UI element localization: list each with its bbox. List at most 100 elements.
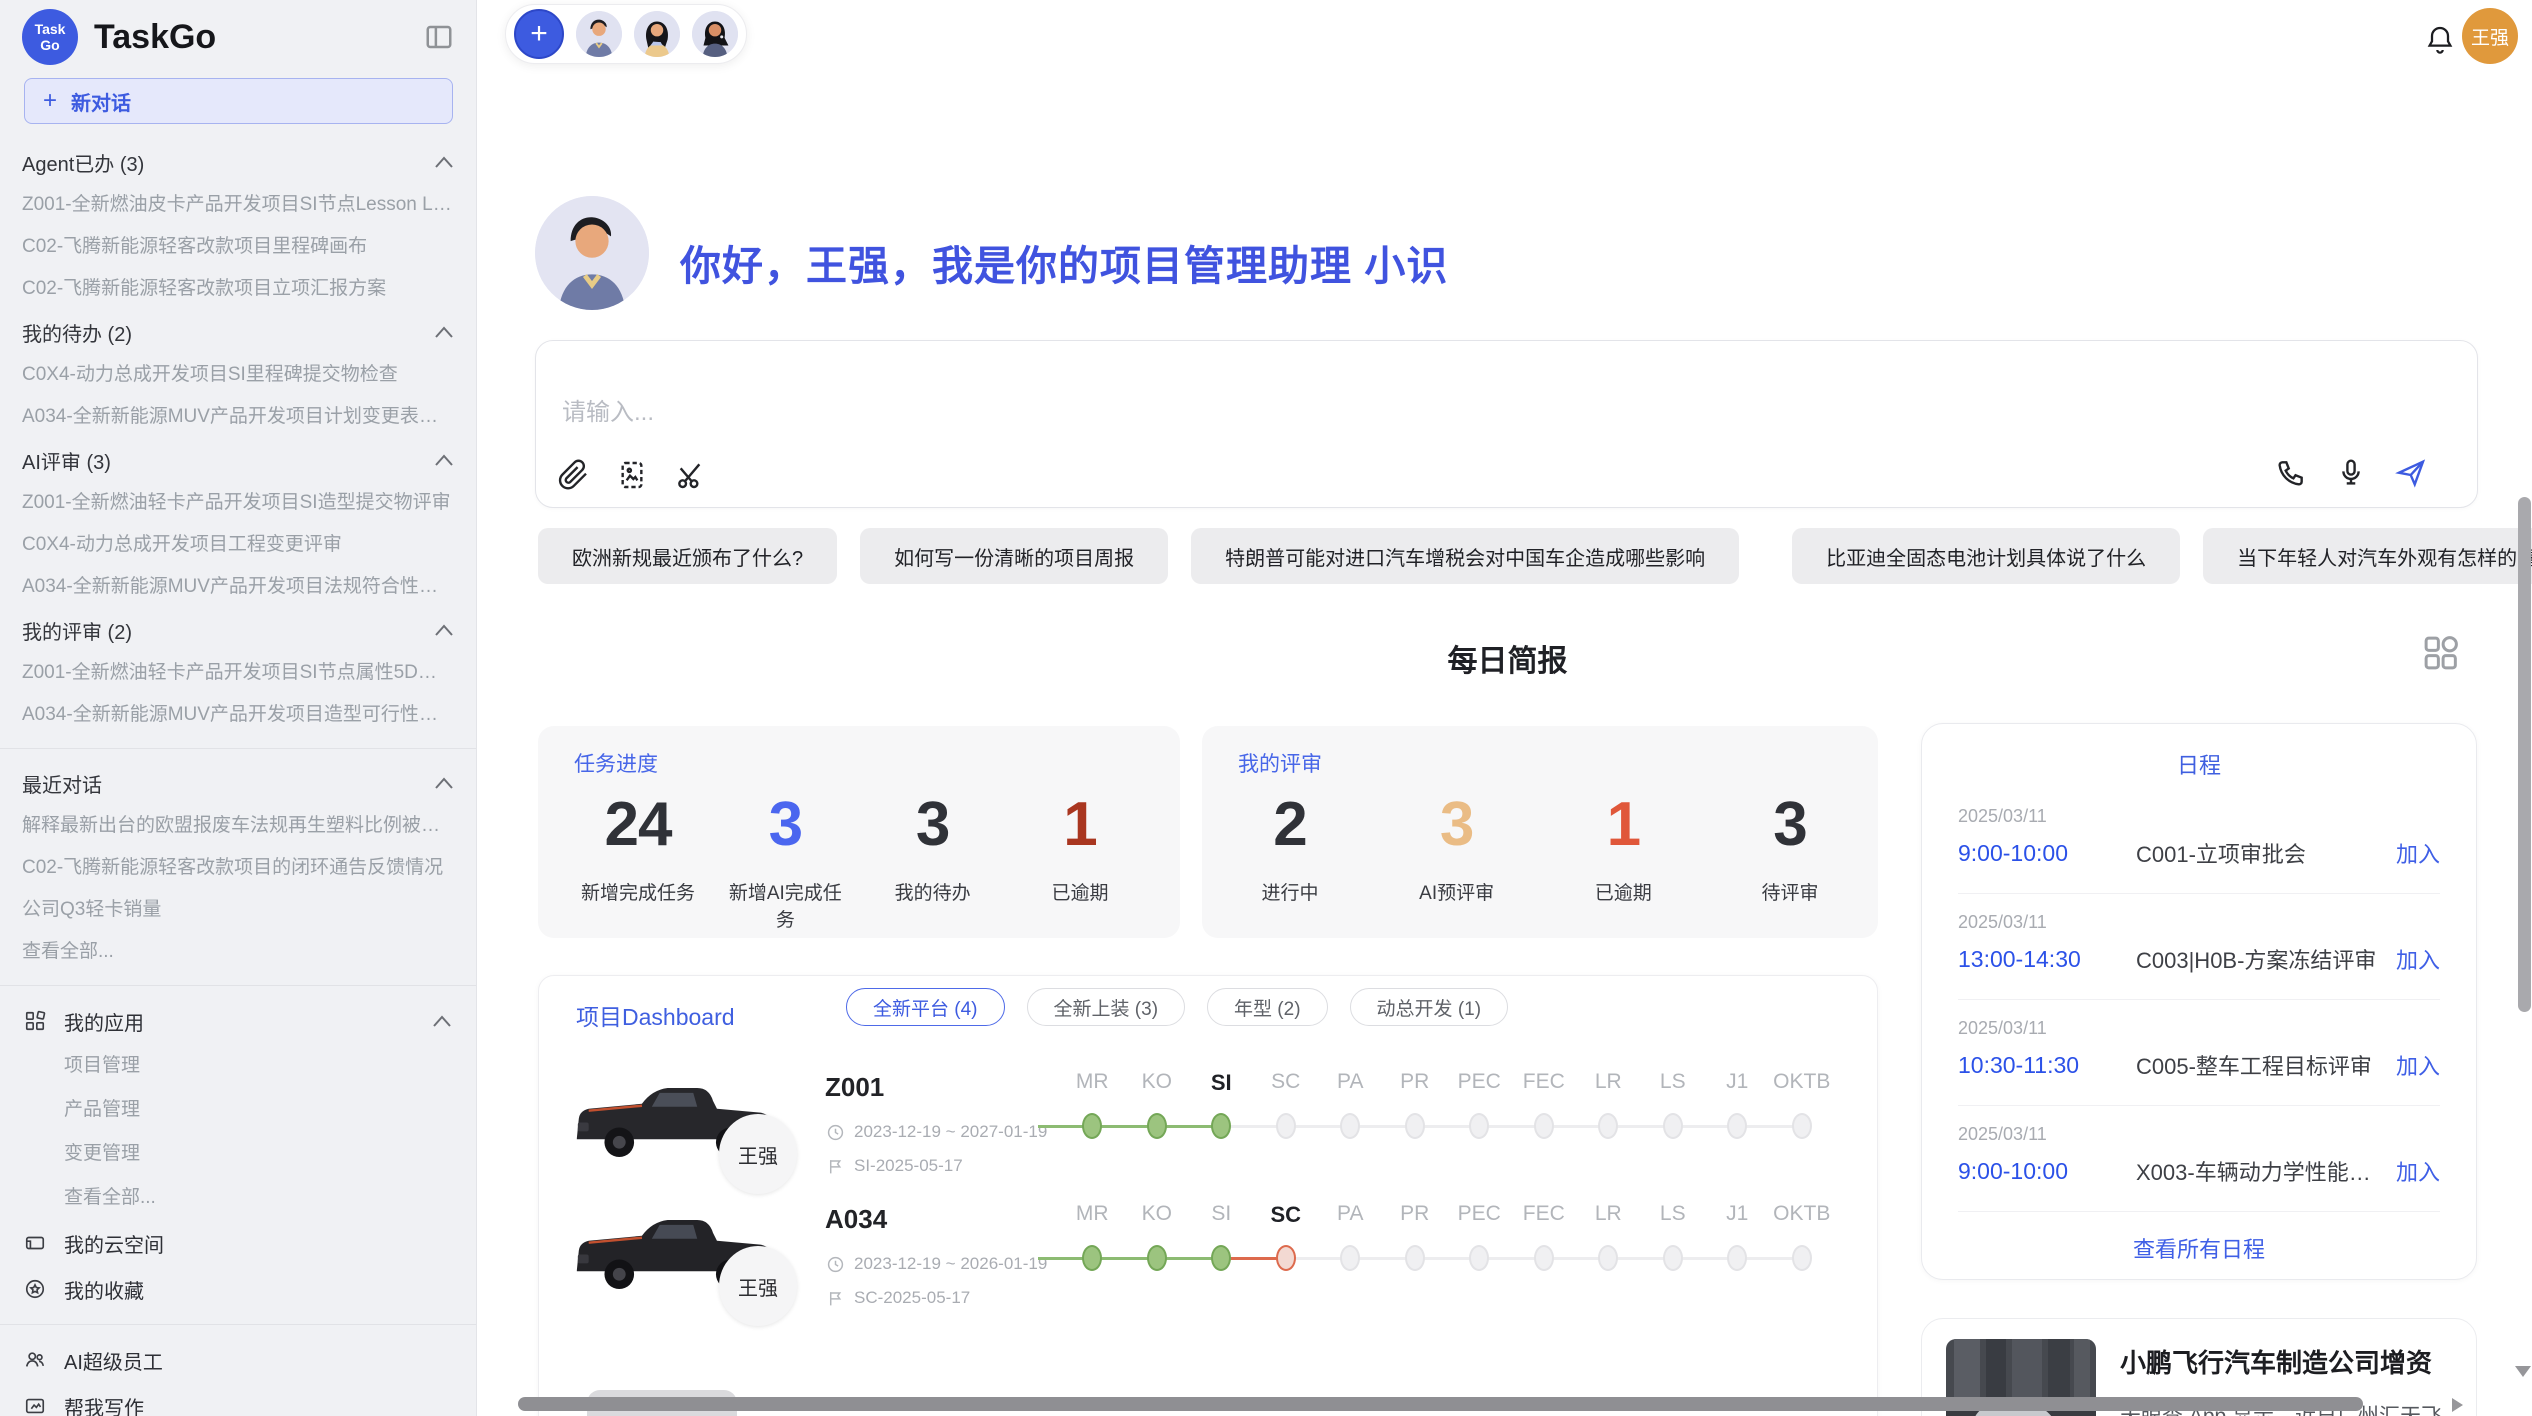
section-title: 我的待办 (2) [22,318,132,347]
sidebar-collapse-icon[interactable] [422,22,456,52]
conversation-item[interactable]: C02-飞腾新能源轻客改款项目里程碑画布 [0,226,476,268]
mic-icon[interactable] [2335,457,2367,489]
tab-new-platform[interactable]: 全新平台 (4) [846,988,1005,1026]
chevron-up-icon[interactable] [434,155,454,169]
sidebar-item-ai-employee[interactable]: AI超级员工 [0,1337,476,1383]
scroll-down-arrow-icon[interactable] [2515,1366,2531,1377]
layout-grid-icon[interactable] [2420,632,2462,674]
schedule-time: 13:00-14:30 [1958,946,2136,973]
card-title: 我的评审 [1238,748,1322,778]
logo-badge-line1: Task [35,21,66,37]
join-link[interactable]: 加入 [2396,943,2440,975]
tab-new-body[interactable]: 全新上装 (3) [1027,988,1186,1026]
chevron-up-icon[interactable] [434,325,454,339]
milestone-pr: PR [1383,1202,1448,1280]
recent-chat-item[interactable]: 解释最新出台的欧盟报废车法规再生塑料比例被调至15%... [0,805,476,847]
section-my-todo[interactable]: 我的待办 (2) [0,310,476,354]
milestone-mr: MR [1060,1202,1125,1280]
view-all-schedule-link[interactable]: 查看所有日程 [1958,1232,2440,1264]
milestone-strip: MR KO SI SC PA PR PEC FEC LR LS J1 OKTB [1060,1202,1834,1280]
project-row[interactable]: 王强 Z001 2023-12-19 ~ 2027-01-19 SI-2025-… [539,1066,1877,1198]
chevron-up-icon[interactable] [434,776,454,790]
phone-icon[interactable] [2275,457,2307,489]
apps-view-all-link[interactable]: 查看全部... [0,1176,476,1220]
app-link-project-mgmt[interactable]: 项目管理 [0,1044,476,1088]
contact-avatar-3[interactable] [692,11,738,57]
scroll-right-arrow-icon[interactable] [2452,1398,2463,1412]
send-icon[interactable] [2395,457,2427,489]
recent-view-all-link[interactable]: 查看全部... [0,931,476,973]
join-link[interactable]: 加入 [2396,837,2440,869]
milestone-pec: PEC [1447,1202,1512,1280]
milestone-strip: MR KO SI SC PA PR PEC FEC LR LS J1 OKTB [1060,1070,1834,1148]
suggestion-chip[interactable]: 比亚迪全固态电池计划具体说了什么 [1792,528,2180,584]
suggestion-chip[interactable]: 特朗普可能对进口汽车增税会对中国车企造成哪些影响 [1191,528,1739,584]
chat-input[interactable] [562,399,1462,427]
help-write-label: 帮我写作 [64,1392,144,1416]
recent-chat-item[interactable]: C02-飞腾新能源轻客改款项目的闭环通告反馈情况 [0,847,476,889]
section-agent-done[interactable]: Agent已办 (3) [0,140,476,184]
paperclip-icon[interactable] [558,459,590,491]
input-right-icons [2275,457,2427,489]
sidebar-item-favorites[interactable]: 我的收藏 [0,1266,476,1312]
chevron-up-icon[interactable] [434,453,454,467]
vertical-scrollbar[interactable] [2518,497,2531,1012]
sidebar: Task Go TaskGo + 新对话 Agent已办 (3) Z001-全新… [0,0,477,1416]
conversation-item[interactable]: Z001-全新燃油皮卡产品开发项目SI节点Lesson Learn报告 [0,184,476,226]
add-contact-button[interactable]: + [514,9,564,59]
conversation-item[interactable]: Z001-全新燃油轻卡产品开发项目SI造型提交物评审 [0,482,476,524]
app-link-product-mgmt[interactable]: 产品管理 [0,1088,476,1132]
my-review-card: 我的评审 2进行中 3AI预评审 1已逾期 3待评审 [1202,726,1878,938]
contact-avatar-1[interactable] [576,11,622,57]
suggestion-chips: 欧洲新规最近颁布了什么? 如何写一份清晰的项目周报 特朗普可能对进口汽车增税会对… [538,528,2478,584]
tab-powertrain[interactable]: 动总开发 (1) [1350,988,1509,1026]
chevron-up-icon[interactable] [432,1014,452,1028]
suggestion-chip[interactable]: 当下年轻人对汽车外观有怎样的喜好趋势 [2203,528,2532,584]
conversation-item[interactable]: C02-飞腾新能源轻客改款项目立项汇报方案 [0,268,476,310]
schedule-date: 2025/03/11 [1958,1018,2440,1039]
sidebar-item-help-write[interactable]: 帮我写作 [0,1383,476,1416]
scissors-icon[interactable] [674,459,706,491]
section-recent-chats[interactable]: 最近对话 [0,761,476,805]
suggestion-chip[interactable]: 如何写一份清晰的项目周报 [860,528,1168,584]
notifications-bell-icon[interactable] [2424,22,2456,58]
new-chat-label: 新对话 [71,87,131,116]
project-next-node: SC-2025-05-17 [827,1288,970,1308]
new-chat-button[interactable]: + 新对话 [24,78,453,124]
conversation-item[interactable]: C0X4-动力总成开发项目工程变更评审 [0,524,476,566]
milestone-oktb: OKTB [1770,1202,1835,1280]
user-avatar[interactable]: 王强 [2462,8,2518,64]
recent-chat-item[interactable]: 公司Q3轻卡销量 [0,889,476,931]
project-owner-badge: 王强 [719,1114,797,1194]
contact-avatar-2[interactable] [634,11,680,57]
conversation-item[interactable]: A034-全新新能源MUV产品开发项目计划变更表编写 [0,396,476,438]
section-ai-review[interactable]: AI评审 (3) [0,438,476,482]
conversation-item[interactable]: Z001-全新燃油轻卡产品开发项目SI节点属性5D文件评审 [0,652,476,694]
sidebar-item-cloud-space[interactable]: 我的云空间 [0,1220,476,1266]
screenshot-icon[interactable] [616,459,648,491]
schedule-time: 9:00-10:00 [1958,1158,2136,1185]
stat-ai-pre-review: 3AI预评审 [1397,790,1517,905]
milestone-pec: PEC [1447,1070,1512,1148]
section-my-review[interactable]: 我的评审 (2) [0,608,476,652]
join-link[interactable]: 加入 [2396,1049,2440,1081]
dashboard-filter-tabs: 全新平台 (4) 全新上装 (3) 年型 (2) 动总开发 (1) [846,988,1508,1026]
greeting-title: 你好，王强，我是你的项目管理助理 小识 [680,232,1448,292]
schedule-item: 2025/03/11 9:00-10:00 X003-车辆动力学性能验... 加… [1958,1124,2440,1187]
milestone-si: SI [1189,1202,1254,1280]
join-link[interactable]: 加入 [2396,1155,2440,1187]
project-dates: 2023-12-19 ~ 2027-01-19 [827,1122,1047,1142]
divider [1958,1211,2440,1212]
sidebar-item-my-apps[interactable]: 我的应用 [0,998,476,1044]
conversation-item[interactable]: C0X4-动力总成开发项目SI里程碑提交物检查 [0,354,476,396]
conversation-item[interactable]: A034-全新新能源MUV产品开发项目造型可行性评审 [0,694,476,736]
input-left-icons [558,459,706,491]
apps-grid-icon [24,1010,46,1032]
project-row[interactable]: 王强 A034 2023-12-19 ~ 2026-01-19 SC-2025-… [539,1198,1877,1330]
tab-model-year[interactable]: 年型 (2) [1207,988,1328,1026]
chevron-up-icon[interactable] [434,623,454,637]
suggestion-chip[interactable]: 欧洲新规最近颁布了什么? [538,528,837,584]
horizontal-scrollbar[interactable] [518,1397,2363,1411]
conversation-item[interactable]: A034-全新新能源MUV产品开发项目法规符合性评审 [0,566,476,608]
app-link-change-mgmt[interactable]: 变更管理 [0,1132,476,1176]
